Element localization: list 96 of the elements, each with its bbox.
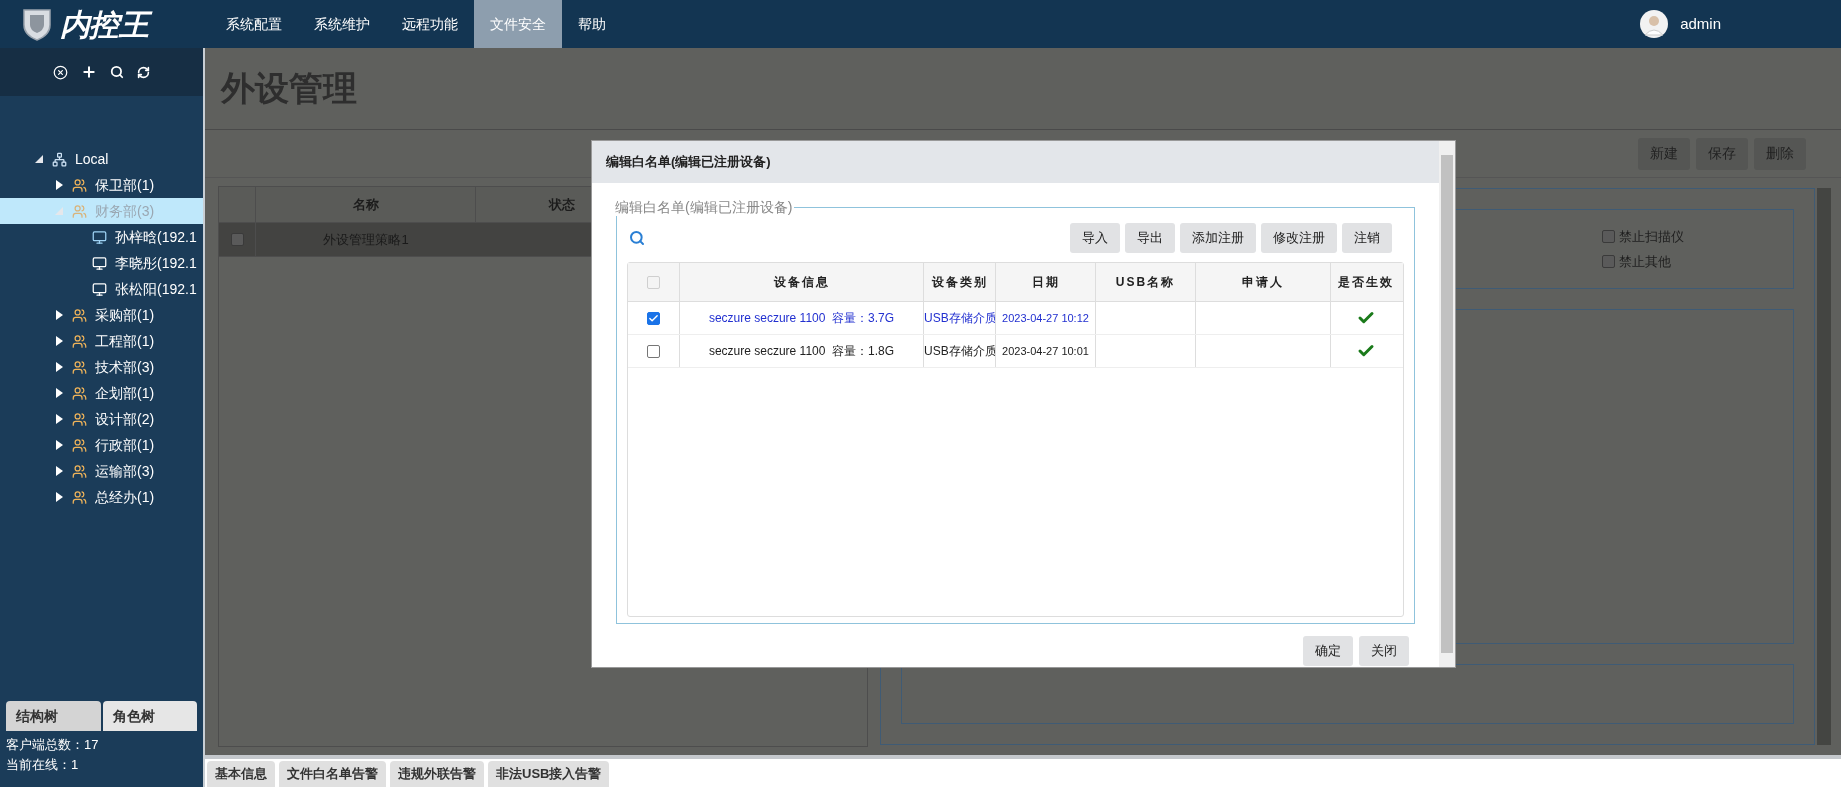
users-icon: [72, 359, 87, 375]
checkbox[interactable]: [647, 311, 660, 325]
bottom-tab[interactable]: 非法USB接入告警: [488, 761, 610, 787]
tree-item[interactable]: 张松阳(192.1: [0, 276, 203, 302]
dialog-button[interactable]: 确定: [1303, 636, 1353, 666]
nav-tab[interactable]: 帮助: [562, 0, 622, 48]
option-label: 禁止其他: [1619, 253, 1671, 271]
toolbar-button[interactable]: 导入: [1070, 223, 1120, 253]
tree-item[interactable]: 李晓彤(192.1: [0, 250, 203, 276]
collapse-arrow-icon[interactable]: [34, 154, 44, 164]
refresh-icon[interactable]: [137, 65, 150, 79]
nav-tab[interactable]: 远程功能: [386, 0, 474, 48]
users-icon: [72, 203, 87, 219]
scrollbar[interactable]: [1439, 141, 1455, 667]
fieldset-legend: 编辑白名单(编辑已注册设备): [615, 198, 795, 216]
toolbar-button[interactable]: 添加注册: [1180, 223, 1256, 253]
expand-arrow-icon[interactable]: [54, 362, 64, 372]
checkbox[interactable]: [1602, 255, 1615, 269]
column-header: 申请人: [1196, 263, 1331, 301]
users-icon: [72, 463, 87, 479]
dialog-button[interactable]: 关闭: [1359, 636, 1409, 666]
users-icon: [72, 307, 87, 323]
tree-label: 行政部(1): [95, 435, 155, 455]
users-icon: [72, 437, 87, 453]
tree-item[interactable]: 总经办(1): [0, 484, 203, 510]
expand-arrow-icon[interactable]: [54, 414, 64, 424]
table-cell: 2023-04-27 10:12: [996, 302, 1096, 334]
users-icon: [72, 177, 87, 193]
expand-arrow-icon[interactable]: [54, 388, 64, 398]
bottom-tab[interactable]: 文件白名单告警: [279, 761, 386, 787]
tree-item[interactable]: 运输部(3): [0, 458, 203, 484]
checkbox[interactable]: [647, 344, 660, 358]
tree-tab[interactable]: 角色树: [102, 701, 197, 731]
column-header: 设备信息: [680, 263, 924, 301]
expand-arrow-icon[interactable]: [54, 180, 64, 190]
checkbox[interactable]: [1602, 229, 1615, 243]
column-header: 是否生效: [1337, 274, 1395, 291]
tree-item[interactable]: 孙梓晗(192.1: [0, 224, 203, 250]
bottom-tab[interactable]: 违规外联告警: [390, 761, 484, 787]
tree-item[interactable]: 采购部(1): [0, 302, 203, 328]
avatar-icon: [1640, 10, 1669, 38]
toolbar-button[interactable]: 注销: [1342, 223, 1392, 253]
tree-label: 李晓彤(192.1: [115, 253, 197, 273]
search-icon[interactable]: [110, 65, 124, 79]
toolbar-button[interactable]: 修改注册: [1261, 223, 1337, 253]
tree-label: 财务部(3): [95, 201, 155, 221]
expand-arrow-icon[interactable]: [54, 310, 64, 320]
tree-label: 企划部(1): [95, 383, 155, 403]
scrollbar[interactable]: [1817, 188, 1831, 745]
user-name[interactable]: admin: [1680, 12, 1721, 36]
tree-label: 技术部(3): [95, 357, 155, 377]
tree-item[interactable]: Local: [0, 146, 203, 172]
add-icon[interactable]: [81, 64, 97, 80]
bottom-tab[interactable]: 基本信息: [207, 761, 275, 787]
column-header: 名称: [256, 187, 476, 222]
users-icon: [72, 411, 87, 427]
expand-arrow-icon[interactable]: [54, 466, 64, 476]
users-icon: [72, 333, 87, 349]
tree-label: 设计部(2): [95, 409, 155, 429]
shield-logo-icon: [22, 7, 52, 41]
tree-item[interactable]: 技术部(3): [0, 354, 203, 380]
nav-tab[interactable]: 系统配置: [210, 0, 298, 48]
tree-item[interactable]: 企划部(1): [0, 380, 203, 406]
dialog-title: 编辑白名单(编辑已注册设备): [606, 153, 771, 172]
expand-arrow-icon[interactable]: [54, 492, 64, 502]
tree-label: 总经办(1): [95, 487, 155, 507]
tree-item[interactable]: 设计部(2): [0, 406, 203, 432]
tree-label: 孙梓晗(192.1: [115, 227, 197, 247]
checkbox[interactable]: [230, 233, 244, 246]
tree-label: 运输部(3): [95, 461, 155, 481]
nav-tab[interactable]: 系统维护: [298, 0, 386, 48]
column-header: USB名称: [1096, 263, 1196, 301]
tree-label: 采购部(1): [95, 305, 155, 325]
stat-text: 当前在线：1: [6, 756, 80, 774]
option-label: 禁止扫描仪: [1619, 227, 1684, 246]
tree-label: 张松阳(192.1: [115, 279, 197, 299]
tree-label: 工程部(1): [95, 331, 155, 351]
users-icon: [72, 489, 87, 505]
tree-label: 保卫部(1): [95, 175, 155, 195]
tree-item[interactable]: 行政部(1): [0, 432, 203, 458]
toolbar-button[interactable]: 导出: [1125, 223, 1175, 253]
users-icon: [72, 385, 87, 401]
table-cell: seczure seczure 1100 容量：1.8G: [680, 335, 924, 367]
column-header: 设备类别: [924, 263, 996, 301]
table-cell: seczure seczure 1100 容量：3.7G: [680, 302, 924, 334]
stat-text: 客户端总数：17: [6, 736, 100, 754]
expand-arrow-icon[interactable]: [54, 336, 64, 346]
tree-item[interactable]: 工程部(1): [0, 328, 203, 354]
tree-item[interactable]: 保卫部(1): [0, 172, 203, 198]
column-header: 日期: [996, 263, 1096, 301]
network-icon: [52, 151, 67, 167]
tree-tab[interactable]: 结构树: [6, 701, 101, 731]
tree-label: Local: [75, 149, 109, 169]
table-cell: 2023-04-27 10:01: [996, 335, 1096, 367]
expand-arrow-icon[interactable]: [54, 440, 64, 450]
close-icon[interactable]: [53, 64, 68, 80]
